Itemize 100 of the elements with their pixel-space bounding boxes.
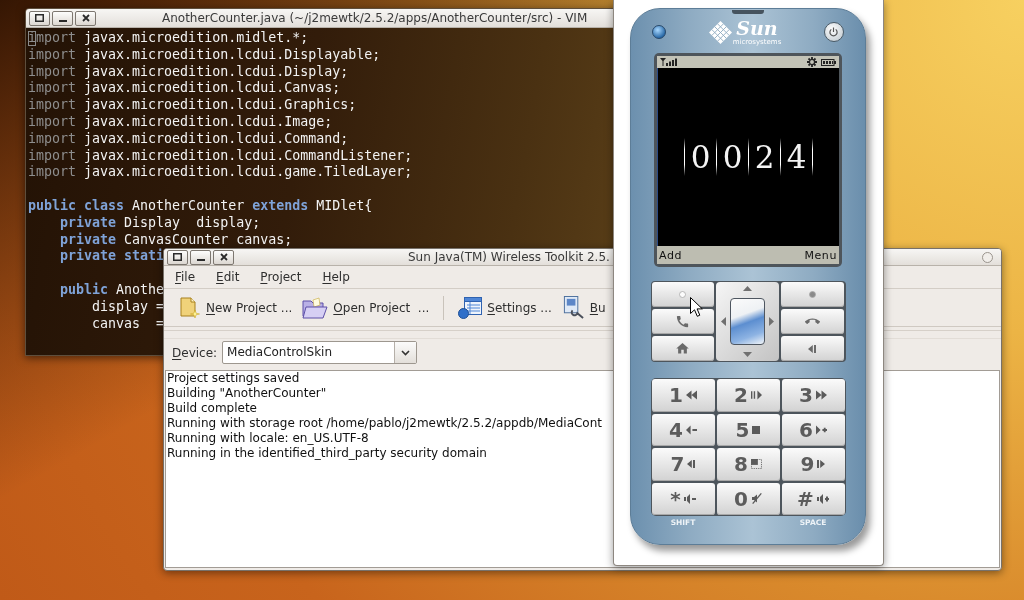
close-icon [81, 14, 90, 22]
open-folder-icon [302, 296, 329, 319]
call-key[interactable] [651, 309, 714, 334]
code-line: import javax.microedition.lcdui.game.TiledLayer; [28, 164, 413, 182]
log-line: Running in the identified_third_party security domain [167, 446, 487, 461]
counter-digit: 2 [753, 139, 776, 175]
code-line: public class AnotherCounter extends MIDlet{ [28, 197, 373, 215]
softkey-label: Menu [804, 248, 837, 262]
softkey-label: Add [659, 248, 683, 262]
stop-icon [752, 425, 761, 434]
mouse-pointer-icon [690, 297, 703, 317]
toolbar-button[interactable]: Bu [558, 292, 609, 323]
menu-item[interactable]: Edit [210, 269, 246, 285]
log-line: Building "AnotherCounter" [167, 386, 327, 401]
code-line: private Display display; [60, 214, 261, 232]
dot-icon [679, 291, 686, 298]
home-icon [675, 341, 690, 356]
code-line: private CanvasCounter canvas; [60, 231, 293, 248]
keypad-key[interactable]: 0 [716, 482, 780, 515]
code-line: private stati [60, 248, 165, 266]
soft-key[interactable] [780, 282, 844, 307]
log-line: Build complete [167, 401, 257, 416]
menu-item[interactable]: Help [316, 269, 356, 285]
toolbar-button[interactable]: Settings ... [455, 292, 555, 323]
battery-icon [821, 58, 836, 66]
table-sheet-icon [458, 296, 483, 319]
clear-key[interactable] [780, 336, 844, 361]
maximize-button[interactable] [167, 249, 188, 265]
keypad-key[interactable]: 1 [651, 379, 715, 412]
rewind-icon [685, 390, 697, 401]
step-back-icon [687, 459, 696, 470]
logo-icon [708, 20, 732, 44]
window-title: AnotherCounter.java (~/j2mewtk/2.5.2/apps/AnotherCounter/src) - VIM [162, 11, 588, 25]
soft-key[interactable] [651, 282, 714, 307]
square-icon [35, 14, 44, 22]
counter-digit: 0 [689, 139, 712, 175]
log-line: Running with locale: en_US.UTF-8 [167, 431, 369, 446]
device-dropdown[interactable]: MediaControlSkin [222, 341, 418, 364]
end-call-key[interactable] [780, 309, 844, 334]
maximize-button[interactable] [29, 10, 50, 26]
select-key[interactable] [729, 298, 765, 345]
code-line: import javax.microedition.lcdui.Image; [28, 114, 333, 131]
code-line: public Anothe [60, 281, 165, 299]
toolbar-button[interactable]: Open Project ... [299, 292, 433, 323]
code-line: import javax.microedition.lcdui.Graphics; [28, 97, 357, 114]
navigation-pad[interactable] [715, 282, 779, 361]
square-icon [173, 253, 182, 261]
menu-item[interactable]: File [169, 269, 202, 285]
phone-icon [675, 314, 690, 329]
keypad-key[interactable]: # [781, 482, 845, 515]
toolbar-button[interactable]: New Project ... [176, 292, 296, 323]
power-icon [829, 27, 839, 37]
keypad-key[interactable]: 4 [651, 413, 715, 446]
triangle-plus-icon [815, 424, 827, 435]
new-document-icon [179, 296, 201, 319]
minimize-button[interactable] [52, 10, 73, 26]
left-arrow-icon [720, 317, 726, 326]
menu-item[interactable]: Project [254, 269, 308, 285]
signal-icon [660, 58, 677, 66]
keypad-key[interactable]: 8 [716, 448, 780, 481]
dot-icon [808, 291, 816, 298]
up-arrow-icon [742, 286, 752, 291]
step-back-icon [808, 343, 816, 354]
power-button[interactable] [824, 22, 844, 42]
right-arrow-icon [768, 317, 774, 326]
keypad-key[interactable]: 5 [716, 413, 780, 446]
log-line: Running with storage root /home/pablo/j2mewtk/2.5.2/appdb/MediaCont [167, 416, 602, 431]
keypad-key[interactable]: * [651, 482, 715, 515]
volume-down-icon [683, 493, 696, 504]
keypad-key[interactable]: 3 [781, 379, 845, 412]
close-button[interactable] [213, 249, 234, 265]
code-line: canvas = [92, 315, 165, 333]
code-line: import javax.microedition.lcdui.CommandListener; [28, 147, 413, 165]
log-line: Project settings saved [167, 371, 300, 386]
counter-digit: 0 [721, 139, 744, 175]
minimize-icon [196, 259, 205, 261]
keypad-key[interactable]: 6 [781, 413, 845, 446]
chevron-down-icon [401, 349, 411, 356]
minimize-button[interactable] [190, 249, 211, 265]
down-arrow-icon [742, 352, 752, 357]
document-magnifier-icon [561, 296, 585, 319]
minimize-icon [58, 20, 67, 22]
led-icon [652, 25, 666, 39]
keypad-key[interactable]: 2 [716, 379, 780, 412]
close-icon [219, 253, 228, 261]
volume-up-icon [816, 493, 829, 504]
home-key[interactable] [651, 336, 714, 361]
code-line: import javax.microedition.lcdui.Canvas; [28, 80, 341, 98]
keypad-key[interactable]: 7 [651, 448, 715, 481]
code-line: import javax.microedition.lcdui.Command; [28, 130, 349, 148]
counter-digit: 4 [785, 139, 808, 175]
window-title: Sun Java(TM) Wireless Toolkit 2.5. [408, 250, 610, 264]
mute-icon [750, 493, 762, 505]
frame-icon [750, 459, 762, 470]
device-label: Device: [172, 344, 218, 362]
play-pause-icon [750, 390, 762, 401]
close-button[interactable] [75, 10, 96, 26]
keypad-key[interactable]: 9 [781, 448, 845, 481]
step-forward-icon [817, 459, 826, 470]
triangle-minus-icon [685, 424, 697, 435]
